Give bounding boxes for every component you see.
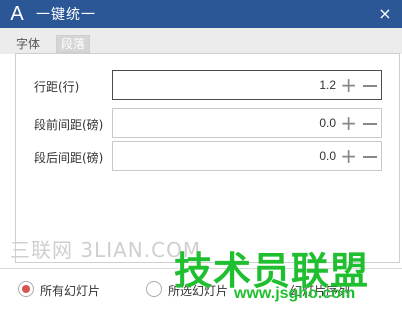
- dialog-title: 一键统一: [36, 7, 96, 23]
- tab-font[interactable]: 字体: [16, 35, 40, 52]
- plus-icon[interactable]: +: [340, 110, 357, 136]
- tab-bar: 字体 段落: [0, 28, 402, 54]
- space-before-input[interactable]: 0.0 +: [112, 108, 382, 138]
- space-after-label: 段后间距(磅): [34, 151, 104, 165]
- space-after-value: 0.0: [319, 149, 336, 163]
- radio-all-slides[interactable]: [18, 281, 34, 297]
- space-after-input[interactable]: 0.0 +: [112, 141, 382, 171]
- space-after-row: 段后间距(磅) 0.0 +: [16, 141, 401, 171]
- minus-icon[interactable]: [363, 72, 377, 87]
- line-spacing-input[interactable]: 1.2 +: [112, 70, 382, 100]
- app-logo-icon: A: [10, 2, 24, 25]
- close-icon[interactable]: ×: [376, 3, 394, 23]
- paragraph-settings-panel: 行距(行) 1.2 + 段前间距(磅) 0.0 + 段后间距(磅) 0.0 +: [15, 53, 400, 263]
- plus-icon[interactable]: +: [340, 72, 357, 98]
- space-before-label: 段前间距(磅): [34, 118, 104, 132]
- radio-all-slides-label: 所有幻灯片: [40, 284, 101, 298]
- plus-icon[interactable]: +: [340, 143, 357, 169]
- watermark-site-text: 三联网 3LIAN.COM: [10, 238, 202, 262]
- radio-selected-slides[interactable]: [146, 281, 162, 297]
- watermark-url: www.jsgho.com: [234, 285, 356, 302]
- line-spacing-label: 行距(行): [34, 80, 80, 94]
- title-bar: A 一键统一 ×: [0, 0, 402, 28]
- minus-icon[interactable]: [363, 143, 377, 158]
- tab-paragraph[interactable]: 段落: [56, 35, 91, 53]
- line-spacing-row: 行距(行) 1.2 +: [16, 70, 401, 100]
- minus-icon[interactable]: [363, 110, 377, 125]
- space-before-row: 段前间距(磅) 0.0 +: [16, 108, 401, 138]
- line-spacing-value: 1.2: [319, 78, 336, 92]
- space-before-value: 0.0: [319, 116, 336, 130]
